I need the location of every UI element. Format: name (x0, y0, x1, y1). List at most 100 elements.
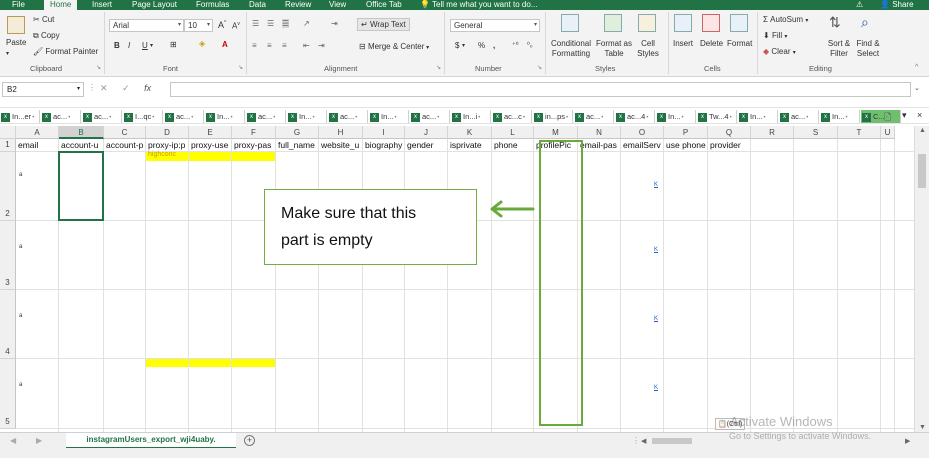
insert-button[interactable]: Insert (673, 39, 693, 48)
close-icon[interactable]: • (355, 115, 357, 121)
column-header[interactable]: K (448, 126, 492, 139)
fill-button[interactable]: ⬇ Fill ▾ (763, 31, 787, 40)
workbook-tab[interactable]: x Tw...4• (697, 110, 737, 123)
workbook-tab[interactable]: x ac...• (410, 110, 450, 123)
header-cell[interactable]: email (16, 139, 58, 151)
format-cells-icon[interactable] (730, 14, 748, 32)
column-header[interactable]: J (405, 126, 448, 139)
paste-icon[interactable] (7, 16, 25, 34)
column-header[interactable]: Q (708, 126, 751, 139)
scroll-thumb[interactable] (918, 154, 926, 188)
header-cell[interactable]: gender (405, 139, 447, 151)
close-icon[interactable]: • (313, 115, 315, 121)
workbook-tab[interactable]: x ac...• (41, 110, 81, 123)
chevron-down-icon[interactable]: ▾ (462, 42, 465, 49)
bold-button[interactable]: B (114, 41, 120, 50)
close-icon[interactable]: • (846, 115, 848, 121)
header-cell[interactable]: email-pas (578, 139, 620, 151)
header-cell[interactable]: proxy-use (189, 139, 231, 151)
header-cell[interactable]: isprivate (448, 139, 491, 151)
enter-icon[interactable]: ✓ (122, 83, 130, 93)
row-header[interactable]: 4 (0, 290, 16, 359)
hyperlink-cell[interactable]: K (654, 247, 658, 253)
scroll-down-icon[interactable]: ▼ (919, 424, 926, 431)
dialog-launcher-icon[interactable]: ↘ (436, 64, 441, 71)
column-header[interactable]: N (578, 126, 621, 139)
close-icon[interactable]: • (566, 115, 568, 121)
percent-button[interactable]: % (478, 41, 485, 50)
close-icon[interactable]: • (523, 115, 525, 121)
scroll-right-icon[interactable]: ▶ (905, 437, 910, 445)
number-format-select[interactable]: General ▾ (450, 19, 540, 32)
close-icon[interactable]: • (646, 115, 648, 121)
sort-filter-icon[interactable]: ⇅ (829, 14, 841, 31)
close-icon[interactable]: × (917, 110, 922, 120)
tab-office-tab[interactable]: Office Tab (366, 0, 402, 10)
row-header[interactable]: 1 (0, 139, 16, 152)
tab-insert[interactable]: Insert (92, 0, 112, 10)
column-header[interactable]: D (146, 126, 189, 139)
close-icon[interactable]: • (730, 115, 732, 121)
column-header[interactable]: A (16, 126, 59, 139)
scroll-left-icon[interactable]: ◀ (641, 437, 646, 445)
workbook-tab[interactable]: x ac...• (574, 110, 614, 123)
select-all-corner[interactable] (0, 126, 16, 139)
warning-icon[interactable]: ⚠ (856, 0, 863, 10)
sort-filter-button[interactable]: Sort & Filter (823, 39, 855, 59)
column-header[interactable]: O (621, 126, 664, 139)
workbook-tab[interactable]: x In...• (738, 110, 778, 123)
tab-list-dropdown-icon[interactable]: ▾ (902, 110, 907, 121)
workbook-tab[interactable]: x ac...• (164, 110, 204, 123)
borders-icon[interactable]: ⊞ (170, 40, 177, 49)
cell-styles-icon[interactable] (638, 14, 656, 32)
tab-data[interactable]: Data (249, 0, 266, 10)
formula-input[interactable] (170, 82, 911, 97)
dialog-launcher-icon[interactable]: ↘ (238, 64, 243, 71)
increase-indent-icon[interactable]: ⇥ (318, 41, 325, 50)
hyperlink-cell[interactable]: K (654, 182, 658, 188)
column-header[interactable]: H (319, 126, 363, 139)
format-painter-button[interactable]: 🖌 Format Painter (33, 47, 98, 56)
column-header[interactable]: P (664, 126, 708, 139)
workbook-tab[interactable]: x in...ps• (533, 110, 573, 123)
header-cell[interactable]: proxy-pas (232, 139, 275, 151)
tab-formulas[interactable]: Formulas (196, 0, 229, 10)
conditional-formatting-button[interactable]: Conditional Formatting (547, 39, 595, 59)
expand-formula-icon[interactable]: ⌄ (914, 84, 920, 92)
insert-cells-icon[interactable] (674, 14, 692, 32)
find-select-button[interactable]: Find & Select (852, 39, 884, 59)
workbook-tab[interactable]: x ac...• (779, 110, 819, 123)
cancel-icon[interactable]: ✕ (100, 83, 108, 93)
copy-button[interactable]: ⧉ Copy (33, 31, 60, 41)
close-icon[interactable]: • (191, 115, 193, 121)
header-cell[interactable]: account-u (59, 139, 103, 151)
cell-text[interactable]: a (19, 313, 22, 319)
decrease-decimal-icon[interactable]: ⁰₀ (527, 41, 533, 49)
workbook-tab[interactable]: x In...• (820, 110, 860, 123)
close-icon[interactable]: • (806, 115, 808, 121)
horizontal-scroll-thumb[interactable] (652, 438, 692, 444)
cell-text[interactable]: a (19, 244, 22, 250)
font-name-select[interactable]: Arial ▾ (109, 19, 184, 32)
workbook-tab[interactable]: x C...• (861, 110, 901, 123)
format-table-icon[interactable] (604, 14, 622, 32)
close-icon[interactable]: • (152, 115, 154, 121)
comma-button[interactable]: , (493, 41, 495, 50)
find-select-icon[interactable]: ⌕ (861, 14, 869, 31)
workbook-tab[interactable]: x In...er• (0, 110, 40, 123)
close-icon[interactable]: • (437, 115, 439, 121)
tab-home[interactable]: Home (44, 0, 78, 10)
column-header[interactable]: T (838, 126, 881, 139)
align-bottom-icon[interactable]: ☰ (282, 19, 290, 28)
workbook-tab[interactable]: x ac...c• (492, 110, 532, 123)
italic-button[interactable]: I (128, 41, 130, 50)
add-sheet-button[interactable]: + (244, 435, 255, 446)
workbook-tab[interactable]: x ac...• (82, 110, 122, 123)
header-cell[interactable]: full_name (276, 139, 318, 151)
align-left-icon[interactable]: ≡ (252, 41, 257, 50)
sheet-tab[interactable]: instagramUsers_export_wji4uaby. (66, 433, 236, 449)
header-cell[interactable]: website_u (319, 139, 362, 151)
align-center-icon[interactable]: ≡ (267, 41, 272, 50)
workbook-tab[interactable]: x In...i• (451, 110, 491, 123)
align-middle-icon[interactable]: ☰ (267, 19, 274, 28)
